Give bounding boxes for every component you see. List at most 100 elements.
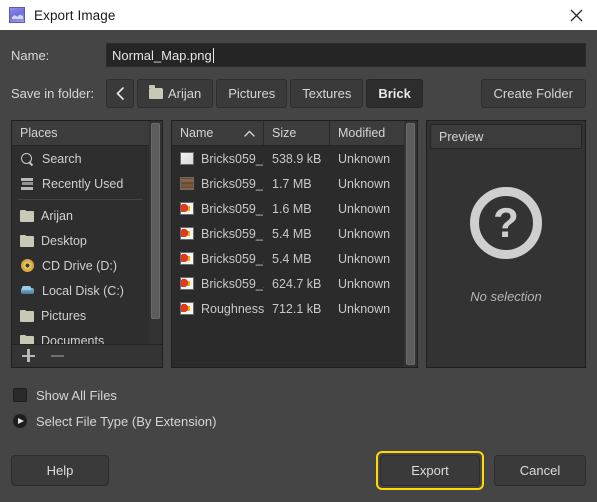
hard-disk-icon <box>20 284 35 298</box>
file-size-cell: 5.4 MB <box>272 226 312 241</box>
breadcrumb-item-pictures[interactable]: Pictures <box>216 79 288 108</box>
name-label: Name: <box>11 47 50 63</box>
file-size-cell: 624.7 kB <box>272 276 322 291</box>
folder-icon <box>20 235 34 247</box>
places-scroll-area: Places Search Recently Used Arijan Deskt… <box>12 121 162 344</box>
file-list-inner: Name Size Modified Bricks059_ 538.9 kB U… <box>172 121 404 367</box>
sort-ascending-icon <box>244 126 255 140</box>
folder-icon <box>20 310 34 322</box>
preview-body: ? No selection <box>427 149 585 367</box>
show-all-files-row[interactable]: Show All Files <box>13 384 586 406</box>
file-modified-cell: Unknown <box>338 176 391 191</box>
file-list-pane: Name Size Modified Bricks059_ 538.9 kB U… <box>171 120 418 368</box>
table-row[interactable]: Roughness_ma... 712.1 kB Unknown <box>172 296 404 321</box>
sidebar-item-label: Local Disk (C:) <box>42 283 124 298</box>
sidebar-item-local-disk[interactable]: Local Disk (C:) <box>12 278 149 303</box>
show-all-files-label: Show All Files <box>36 387 117 403</box>
image-file-icon <box>180 252 194 265</box>
file-size-cell: 538.9 kB <box>272 151 322 166</box>
places-scrollbar-thumb[interactable] <box>151 123 160 319</box>
table-row[interactable]: Bricks059_1K_... 5.4 MB Unknown <box>172 246 404 271</box>
breadcrumb-item-brick[interactable]: Brick <box>366 79 423 108</box>
preview-header: Preview <box>430 124 582 149</box>
sidebar-item-recently-used[interactable]: Recently Used <box>12 171 149 196</box>
file-name-label: Bricks059_1K_... <box>201 251 264 266</box>
file-modified-cell: Unknown <box>338 226 391 241</box>
table-row[interactable]: Bricks059_1K_... 624.7 kB Unknown <box>172 271 404 296</box>
create-folder-button[interactable]: Create Folder <box>480 79 586 108</box>
cancel-button[interactable]: Cancel <box>494 455 586 486</box>
save-in-folder-label: Save in folder: <box>11 86 95 101</box>
image-thumb-white-icon <box>180 152 194 165</box>
file-list-body: Bricks059_1K_... 538.9 kB Unknown Bricks… <box>172 146 404 367</box>
file-modified-cell: Unknown <box>338 151 391 166</box>
file-name-label: Bricks059_1K_... <box>201 151 264 166</box>
chevron-left-icon <box>116 87 124 100</box>
create-folder-label: Create Folder <box>493 86 573 101</box>
filename-input[interactable]: Normal_Map.png <box>106 43 586 67</box>
gimp-export-icon <box>9 7 25 23</box>
save-in-folder-row: Save in folder: Arijan Pictures Textures… <box>0 67 597 108</box>
sidebar-item-cd-drive[interactable]: CD Drive (D:) <box>12 253 149 278</box>
expander-right-icon[interactable] <box>13 414 27 428</box>
cancel-button-label: Cancel <box>519 463 561 478</box>
image-file-icon <box>180 277 194 290</box>
export-button-focus-ring: Export <box>376 451 484 490</box>
table-row[interactable]: Bricks059_1K_... 538.9 kB Unknown <box>172 146 404 171</box>
remove-bookmark-button[interactable] <box>51 354 64 358</box>
preview-pane: Preview ? No selection <box>426 120 586 368</box>
sidebar-item-documents[interactable]: Documents <box>12 328 149 344</box>
file-name-cell: Bricks059_1K_... <box>172 277 264 291</box>
folder-icon <box>20 335 34 344</box>
breadcrumb: Arijan Pictures Textures Brick <box>106 79 473 108</box>
file-name-cell: Bricks059_1K_... <box>172 252 264 266</box>
table-row[interactable]: Bricks059_1K_... 5.4 MB Unknown <box>172 221 404 246</box>
file-modified-cell: Unknown <box>338 251 391 266</box>
close-icon[interactable] <box>563 2 589 28</box>
places-actions <box>12 343 162 367</box>
sidebar-item-label: Desktop <box>41 233 87 248</box>
sidebar-item-label: Pictures <box>41 308 87 323</box>
options-section: Show All Files Select File Type (By Exte… <box>0 368 597 432</box>
file-modified-cell: Unknown <box>338 301 391 316</box>
export-button-label: Export <box>411 463 449 478</box>
column-header-name[interactable]: Name <box>172 121 264 145</box>
help-button-label: Help <box>46 463 74 478</box>
show-all-files-checkbox[interactable] <box>13 388 27 402</box>
column-header-size[interactable]: Size <box>264 121 330 145</box>
file-list-scrollbar-thumb[interactable] <box>406 123 415 365</box>
file-name-cell: Roughness_ma... <box>172 302 264 316</box>
breadcrumb-item-textures[interactable]: Textures <box>290 79 364 108</box>
file-size-cell: 1.7 MB <box>272 176 312 191</box>
places-header: Places <box>12 121 149 146</box>
question-mark-icon: ? <box>470 187 542 259</box>
breadcrumb-back-button[interactable] <box>106 79 134 108</box>
places-scrollbar[interactable] <box>149 121 162 344</box>
window-titlebar: Export Image <box>0 0 597 30</box>
sidebar-item-desktop[interactable]: Desktop <box>12 228 149 253</box>
add-bookmark-button[interactable] <box>22 349 35 363</box>
table-row[interactable]: Bricks059_1K_... 1.6 MB Unknown <box>172 196 404 221</box>
file-list-scrollbar[interactable] <box>404 121 417 367</box>
places-list: Places Search Recently Used Arijan Deskt… <box>12 121 149 344</box>
file-chooser-panes: Places Search Recently Used Arijan Deskt… <box>0 108 597 368</box>
sidebar-item-pictures[interactable]: Pictures <box>12 303 149 328</box>
places-pane: Places Search Recently Used Arijan Deskt… <box>11 120 163 368</box>
sidebar-item-arijan[interactable]: Arijan <box>12 203 149 228</box>
select-file-type-row[interactable]: Select File Type (By Extension) <box>13 410 586 432</box>
column-header-modified[interactable]: Modified <box>330 121 404 145</box>
breadcrumb-label: Textures <box>302 86 352 101</box>
column-header-label: Modified <box>338 126 386 140</box>
select-file-type-label: Select File Type (By Extension) <box>36 413 217 429</box>
sidebar-divider <box>18 199 143 200</box>
table-row[interactable]: Bricks059_1K_... 1.7 MB Unknown <box>172 171 404 196</box>
sidebar-item-search[interactable]: Search <box>12 146 149 171</box>
file-size-cell: 712.1 kB <box>272 301 322 316</box>
help-button[interactable]: Help <box>11 455 109 486</box>
sidebar-item-label: Search <box>42 151 82 166</box>
export-button[interactable]: Export <box>380 455 480 486</box>
filename-input-value: Normal_Map.png <box>112 47 212 63</box>
file-name-label: Bricks059_1K_... <box>201 176 264 191</box>
footer-button-group: Export Cancel <box>376 451 586 490</box>
breadcrumb-item-arijan[interactable]: Arijan <box>137 79 214 108</box>
